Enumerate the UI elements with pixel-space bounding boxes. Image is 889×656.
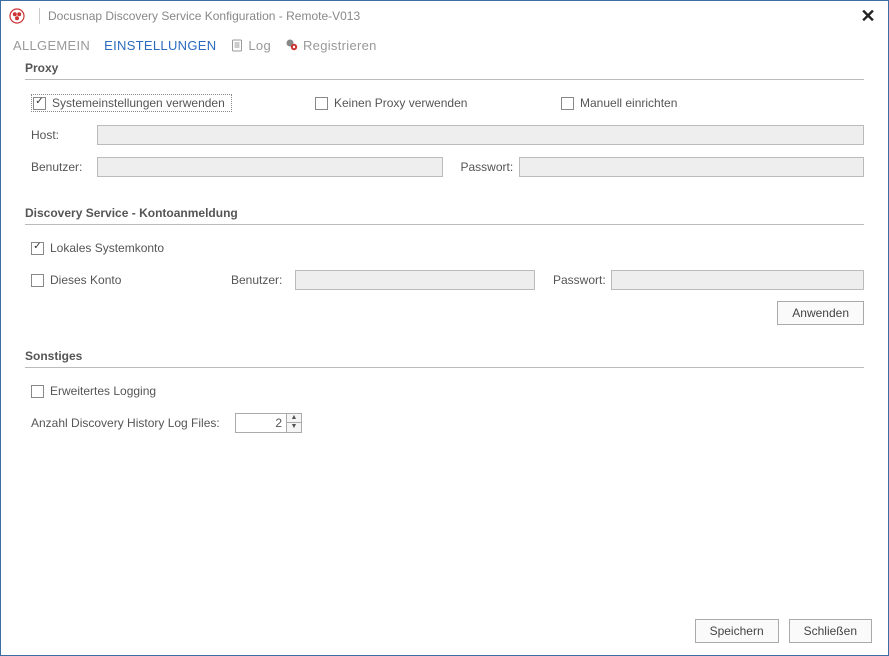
account-user-input[interactable]	[295, 270, 535, 290]
checkbox-icon	[561, 97, 574, 110]
account-local-system-label: Lokales Systemkonto	[50, 241, 164, 255]
tab-log-label: Log	[248, 38, 271, 53]
history-files-input[interactable]	[236, 414, 286, 432]
proxy-pass-input[interactable]	[519, 157, 865, 177]
account-apply-button[interactable]: Anwenden	[777, 301, 864, 325]
proxy-manual-label: Manuell einrichten	[580, 96, 677, 110]
account-pass-label: Passwort:	[535, 273, 611, 287]
proxy-use-system-label: Systemeinstellungen verwenden	[52, 96, 225, 110]
proxy-pass-label: Passwort:	[443, 160, 519, 174]
tab-registrieren-label: Registrieren	[303, 38, 377, 53]
spinner-up-button[interactable]: ▲	[287, 414, 301, 423]
tab-einstellungen[interactable]: EINSTELLUNGEN	[104, 38, 216, 53]
window-title: Docusnap Discovery Service Konfiguration…	[48, 9, 360, 23]
account-divider	[25, 224, 864, 225]
tab-log[interactable]: Log	[230, 38, 271, 53]
account-local-system-checkbox[interactable]: Lokales Systemkonto	[31, 241, 164, 255]
proxy-heading: Proxy	[25, 61, 864, 75]
title-bar: Docusnap Discovery Service Konfiguration…	[1, 1, 888, 31]
log-icon	[230, 38, 244, 52]
register-icon	[285, 38, 299, 52]
footer-buttons: Speichern Schließen	[695, 619, 872, 643]
account-pass-input[interactable]	[611, 270, 864, 290]
close-button[interactable]: Schließen	[789, 619, 872, 643]
account-heading: Discovery Service - Kontoanmeldung	[25, 206, 864, 220]
app-icon	[9, 8, 25, 24]
history-files-label: Anzahl Discovery History Log Files:	[25, 416, 235, 430]
account-this-account-checkbox[interactable]: Dieses Konto	[31, 273, 231, 287]
window-close-button[interactable]: ✕	[856, 4, 880, 28]
checkbox-icon	[33, 97, 46, 110]
checkbox-icon	[31, 242, 44, 255]
proxy-user-input[interactable]	[97, 157, 443, 177]
content-area: Proxy Systemeinstellungen verwenden Kein…	[25, 61, 864, 605]
proxy-none-label: Keinen Proxy verwenden	[334, 96, 467, 110]
account-user-label: Benutzer:	[231, 273, 295, 287]
tab-registrieren[interactable]: Registrieren	[285, 38, 377, 53]
extended-logging-checkbox[interactable]: Erweitertes Logging	[31, 384, 156, 398]
history-files-spinner[interactable]: ▲ ▼	[235, 413, 302, 433]
checkbox-icon	[31, 274, 44, 287]
tab-allgemein[interactable]: ALLGEMEIN	[13, 38, 90, 53]
proxy-user-label: Benutzer:	[25, 160, 97, 174]
save-button[interactable]: Speichern	[695, 619, 779, 643]
proxy-none-checkbox[interactable]: Keinen Proxy verwenden	[315, 96, 467, 110]
proxy-divider	[25, 79, 864, 80]
tab-bar: ALLGEMEIN EINSTELLUNGEN Log Registrieren	[1, 31, 888, 59]
proxy-host-input[interactable]	[97, 125, 864, 145]
proxy-manual-checkbox[interactable]: Manuell einrichten	[561, 96, 677, 110]
checkbox-icon	[315, 97, 328, 110]
spinner-down-button[interactable]: ▼	[287, 423, 301, 432]
proxy-use-system-checkbox[interactable]: Systemeinstellungen verwenden	[33, 96, 225, 110]
misc-heading: Sonstiges	[25, 349, 864, 363]
checkbox-icon	[31, 385, 44, 398]
account-this-account-label: Dieses Konto	[50, 273, 121, 287]
misc-divider	[25, 367, 864, 368]
proxy-host-label: Host:	[25, 128, 97, 142]
title-divider	[39, 8, 40, 24]
extended-logging-label: Erweitertes Logging	[50, 384, 156, 398]
